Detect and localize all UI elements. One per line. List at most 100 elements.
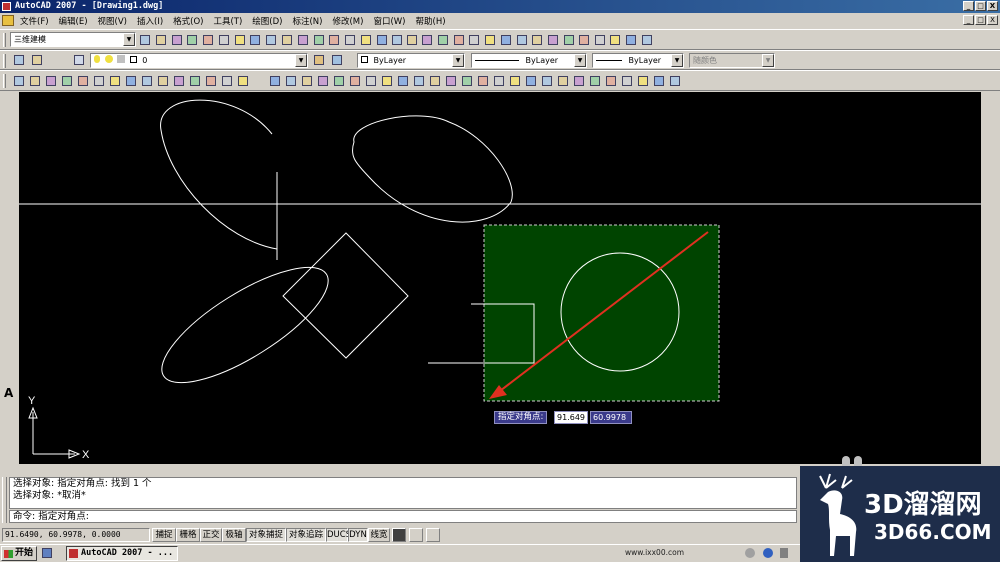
menu-window[interactable]: 窗口(W): [369, 15, 411, 27]
tool-button-icon[interactable]: [185, 33, 199, 47]
tool-button-icon[interactable]: [201, 33, 215, 47]
menu-tools[interactable]: 工具(T): [209, 15, 248, 27]
tool-button-icon[interactable]: [546, 33, 560, 47]
tool-button-icon[interactable]: [983, 278, 997, 291]
autocad-app-icon[interactable]: [2, 2, 11, 11]
toolbar-grip[interactable]: [3, 54, 6, 68]
tool-button-icon[interactable]: [172, 74, 186, 88]
layer-manager-icon[interactable]: [12, 53, 26, 67]
tool-button-icon[interactable]: [124, 74, 138, 88]
menu-format[interactable]: 格式(O): [169, 15, 209, 27]
tool-button-icon[interactable]: [983, 146, 997, 159]
dropdown-arrow-icon[interactable]: ▼: [123, 33, 135, 46]
doc-minimize-button[interactable]: _: [963, 15, 974, 25]
tool-button-icon[interactable]: [359, 33, 373, 47]
tool-button-icon[interactable]: [2, 113, 16, 126]
tool-button-icon[interactable]: [332, 74, 346, 88]
tool-button-icon[interactable]: [375, 33, 389, 47]
menu-file[interactable]: 文件(F): [16, 15, 55, 27]
tool-button-icon[interactable]: [327, 33, 341, 47]
tool-button-icon[interactable]: [593, 33, 607, 47]
snap-toggle[interactable]: 捕捉: [152, 528, 176, 542]
tool-button-icon[interactable]: [170, 33, 184, 47]
dropdown-arrow-icon[interactable]: ▼: [574, 54, 586, 67]
tool-button-icon[interactable]: [316, 74, 330, 88]
tool-button-icon[interactable]: [444, 74, 458, 88]
dyn-toggle[interactable]: DYN: [348, 528, 368, 542]
dynamic-input-x[interactable]: 91.649: [554, 411, 588, 424]
tool-button-icon[interactable]: [44, 74, 58, 88]
communication-icon[interactable]: [409, 528, 423, 542]
tool-button-icon[interactable]: [420, 33, 434, 47]
dynamic-input-y[interactable]: 60.9978: [590, 411, 632, 424]
tool-button-icon[interactable]: [983, 360, 997, 373]
tool-button-icon[interactable]: [154, 33, 168, 47]
tray-icon[interactable]: [745, 548, 755, 558]
tool-button-icon[interactable]: [983, 228, 997, 241]
polar-toggle[interactable]: 极轴: [222, 528, 246, 542]
tool-button-icon[interactable]: [983, 113, 997, 126]
tool-button-icon[interactable]: [248, 33, 262, 47]
tool-button-icon[interactable]: [556, 74, 570, 88]
lineweight-toggle[interactable]: 线宽: [368, 528, 390, 542]
tool-button-icon[interactable]: [636, 74, 650, 88]
command-window-grip[interactable]: [2, 477, 7, 523]
ducs-toggle[interactable]: DUCS: [326, 528, 351, 542]
tool-button-icon[interactable]: [343, 33, 357, 47]
tool-button-icon[interactable]: [233, 33, 247, 47]
model-space-icon[interactable]: [392, 528, 406, 542]
toolbar-grip[interactable]: [3, 74, 6, 88]
tool-button-icon[interactable]: [620, 74, 634, 88]
linetype-combo[interactable]: ByLayer ▼: [471, 53, 587, 68]
tool-button-icon[interactable]: [2, 261, 16, 274]
menu-insert[interactable]: 插入(I): [133, 15, 169, 27]
tool-button-icon[interactable]: [499, 33, 513, 47]
layer-combo[interactable]: 0 ▼: [90, 53, 308, 68]
tool-button-icon[interactable]: [624, 33, 638, 47]
coordinate-readout[interactable]: 91.6490, 60.9978, 0.0000: [2, 528, 150, 542]
tool-button-icon[interactable]: [460, 74, 474, 88]
tool-button-icon[interactable]: [140, 74, 154, 88]
tool-button-icon[interactable]: [515, 33, 529, 47]
tool-button-icon[interactable]: [405, 33, 419, 47]
ortho-toggle[interactable]: 正交: [200, 528, 222, 542]
menu-modify[interactable]: 修改(M): [328, 15, 369, 27]
tool-button-icon[interactable]: [2, 327, 16, 340]
tool-button-icon[interactable]: [562, 33, 576, 47]
tool-button-icon[interactable]: [348, 74, 362, 88]
drawing-area[interactable]: Y X 指定对角点: 91.649 60.9978: [19, 92, 981, 464]
tool-button-icon[interactable]: [380, 74, 394, 88]
color-combo[interactable]: ByLayer ▼: [357, 53, 465, 68]
tool-button-icon[interactable]: [2, 228, 16, 241]
match-layer-icon[interactable]: [330, 53, 344, 67]
tool-button-icon[interactable]: [2, 294, 16, 307]
tool-button-icon[interactable]: [530, 33, 544, 47]
tool-button-icon[interactable]: [217, 33, 231, 47]
tool-button-icon[interactable]: [264, 33, 278, 47]
doc-close-button[interactable]: X: [987, 15, 998, 25]
tool-button-icon[interactable]: [2, 311, 16, 324]
tool-button-icon[interactable]: [156, 74, 170, 88]
grid-toggle[interactable]: 栅格: [176, 528, 200, 542]
tool-button-icon[interactable]: [312, 33, 326, 47]
tool-button-icon[interactable]: [138, 33, 152, 47]
toolbar-grip[interactable]: [3, 33, 6, 47]
tool-button-icon[interactable]: [983, 261, 997, 274]
tool-button-icon[interactable]: [2, 278, 16, 291]
help-tray-icon[interactable]: [763, 548, 773, 558]
layer-states-icon[interactable]: [72, 53, 86, 67]
tool-button-icon[interactable]: [436, 33, 450, 47]
text-tool-icon[interactable]: A: [4, 386, 13, 400]
tool-button-icon[interactable]: [604, 74, 618, 88]
tool-button-icon[interactable]: [428, 74, 442, 88]
tool-button-icon[interactable]: [2, 360, 16, 373]
tool-button-icon[interactable]: [76, 74, 90, 88]
tool-button-icon[interactable]: [983, 294, 997, 307]
tool-button-icon[interactable]: [2, 344, 16, 357]
tool-button-icon[interactable]: [508, 74, 522, 88]
tool-button-icon[interactable]: [467, 33, 481, 47]
maximize-button[interactable]: □: [975, 1, 986, 11]
tool-button-icon[interactable]: [12, 74, 26, 88]
tool-button-icon[interactable]: [983, 96, 997, 109]
tool-button-icon[interactable]: [983, 311, 997, 324]
